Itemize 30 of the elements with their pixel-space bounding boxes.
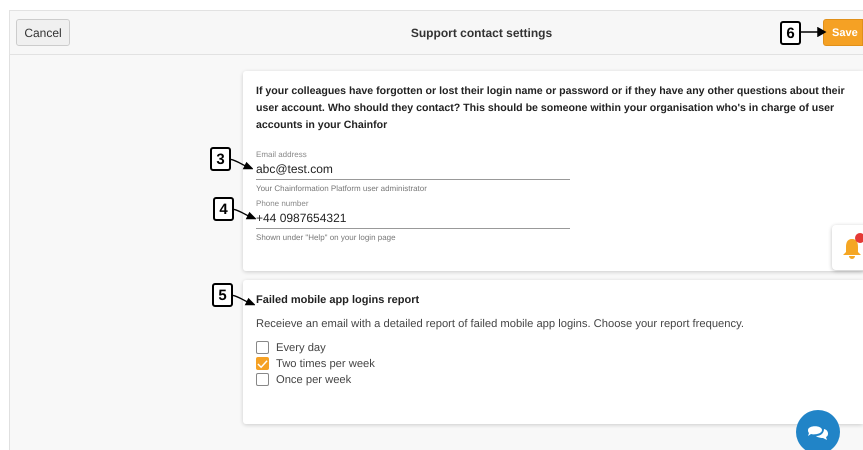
arrow-icon bbox=[231, 157, 253, 171]
bell-icon bbox=[842, 236, 862, 258]
notification-badge bbox=[855, 233, 863, 243]
step-number: 6 bbox=[780, 21, 801, 45]
step-number: 5 bbox=[212, 283, 233, 307]
field-hint: Shown under "Help" on your login page bbox=[256, 233, 397, 242]
field-label: Email address bbox=[256, 150, 308, 159]
section-description: Receieve an email with a detailed report of failed mobile app logins. Choose your report frequency. bbox=[256, 318, 745, 330]
field-label: Phone number bbox=[256, 199, 310, 208]
arrow-icon bbox=[801, 27, 827, 37]
checkbox[interactable] bbox=[256, 357, 269, 370]
field-value: abc@test.com bbox=[256, 161, 334, 178]
cancel-button[interactable]: Cancel bbox=[16, 19, 70, 46]
text-field[interactable]: Phone number +44 0987654321 bbox=[256, 199, 570, 229]
section-title: Failed mobile app logins report bbox=[256, 294, 420, 306]
text-field[interactable]: Email address abc@test.com bbox=[256, 150, 570, 180]
step-number: 4 bbox=[213, 197, 234, 221]
arrow-icon bbox=[234, 207, 256, 221]
checkbox-label[interactable]: Two times per week bbox=[276, 358, 375, 370]
checkbox-label[interactable]: Once per week bbox=[276, 374, 352, 386]
notification-button[interactable] bbox=[832, 225, 863, 270]
arrow-icon bbox=[233, 293, 255, 307]
page-title: Support contact settings bbox=[410, 26, 552, 40]
field-value: +44 0987654321 bbox=[256, 210, 348, 227]
checkbox[interactable] bbox=[256, 373, 269, 386]
intro-text: If your colleagues have forgotten or lost their login name or password or if they have any other questions about their user account. Who should they contact? This should be someone within your organisation who's in charge of user accounts in your Chainfor bbox=[256, 84, 846, 133]
checkbox-label[interactable]: Every day bbox=[276, 342, 326, 354]
checkbox[interactable] bbox=[256, 341, 269, 354]
field-hint: Your Chainformation Platform user administrator bbox=[256, 184, 428, 193]
step-number: 3 bbox=[210, 147, 231, 171]
